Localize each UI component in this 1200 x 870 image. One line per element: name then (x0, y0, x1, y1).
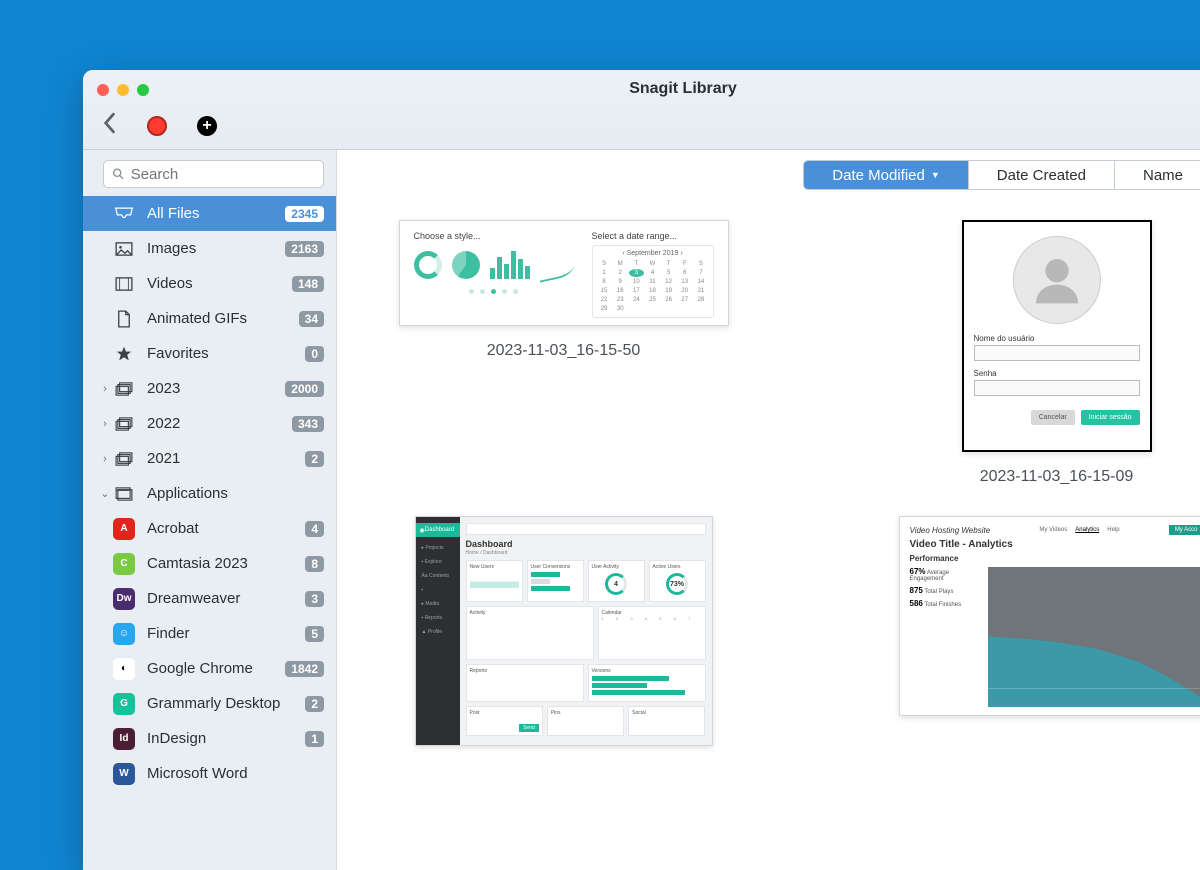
sort-direction-icon: ▼ (931, 170, 940, 180)
sidebar-item-app[interactable]: DwDreamweaver3 (83, 581, 336, 616)
sidebar-item-gifs[interactable]: Animated GIFs 34 (83, 301, 336, 336)
sidebar-item-2021[interactable]: › 2021 2 (83, 441, 336, 476)
search-icon (112, 167, 125, 181)
chevron-right-icon: › (97, 418, 113, 430)
video-icon (113, 275, 135, 293)
sort-name[interactable]: Name (1115, 161, 1200, 189)
stack-icon (113, 380, 135, 398)
thumbnail-preview: Choose a style... Select a date range... (399, 220, 729, 326)
window-title: Snagit Library (83, 80, 1200, 98)
avatar-icon (1013, 236, 1101, 324)
inbox-icon (113, 205, 135, 223)
app-icon: G (113, 693, 135, 715)
thumbnail-preview: Nome do usuário Senha Cancelar Iniciar s… (962, 220, 1152, 452)
capture-item[interactable]: Nome do usuário Senha Cancelar Iniciar s… (962, 220, 1152, 486)
capture-item[interactable]: Choose a style... Select a date range... (399, 220, 729, 486)
sidebar-item-applications[interactable]: ⌄ Applications (83, 476, 336, 511)
record-button[interactable] (147, 116, 167, 136)
titlebar: Snagit Library + (83, 70, 1200, 150)
back-button[interactable] (101, 112, 117, 139)
sidebar-item-2023[interactable]: › 2023 2000 (83, 371, 336, 406)
donut-icon (414, 251, 442, 279)
sidebar: All Files 2345 Images 2163 Videos 148 An… (83, 150, 337, 870)
thumbnail-caption: 2023-11-03_16-15-50 (487, 342, 641, 360)
app-icon: A (113, 518, 135, 540)
app-icon: ◐ (113, 658, 135, 680)
window-icon (113, 485, 135, 503)
file-icon (113, 310, 135, 328)
bars-icon (490, 251, 530, 279)
search-field[interactable] (131, 166, 315, 183)
add-button[interactable]: + (197, 116, 217, 136)
capture-item[interactable]: Video Hosting Website My Videos Analytic… (899, 516, 1200, 762)
sidebar-item-2022[interactable]: › 2022 343 (83, 406, 336, 441)
sidebar-item-app[interactable]: IdInDesign1 (83, 721, 336, 756)
chevron-right-icon: › (97, 383, 113, 395)
app-icon: W (113, 763, 135, 785)
thumbnail-preview: Video Hosting Website My Videos Analytic… (899, 516, 1200, 716)
sidebar-item-app[interactable]: ☺Finder5 (83, 616, 336, 651)
stack-icon (113, 450, 135, 468)
capture-item[interactable]: ◉ Dashboard ▸ Projects ▪ Explore Aa Cont… (415, 516, 713, 762)
sidebar-item-app[interactable]: AAcrobat4 (83, 511, 336, 546)
stack-icon (113, 415, 135, 433)
thumbnail-grid: Choose a style... Select a date range... (337, 220, 1200, 870)
sort-segmented-control: Date Modified▼ Date Created Name (803, 160, 1200, 190)
snagit-library-window: Snagit Library + All Files 2345 (83, 70, 1200, 870)
app-icon: Id (113, 728, 135, 750)
thumbnail-caption: 2023-11-03_16-15-09 (980, 468, 1134, 486)
image-icon (113, 240, 135, 258)
thumbnail-preview: ◉ Dashboard ▸ Projects ▪ Explore Aa Cont… (415, 516, 713, 746)
app-icon: Dw (113, 588, 135, 610)
sidebar-item-all-files[interactable]: All Files 2345 (83, 196, 336, 231)
sidebar-item-app[interactable]: CCamtasia 20238 (83, 546, 336, 581)
app-icon: C (113, 553, 135, 575)
chevron-down-icon: ⌄ (97, 487, 113, 500)
sidebar-item-videos[interactable]: Videos 148 (83, 266, 336, 301)
sidebar-item-app[interactable]: WMicrosoft Word (83, 756, 336, 791)
sidebar-item-app[interactable]: ◐Google Chrome1842 (83, 651, 336, 686)
pie-icon (452, 251, 480, 279)
sidebar-item-images[interactable]: Images 2163 (83, 231, 336, 266)
sidebar-item-app[interactable]: GGrammarly Desktop2 (83, 686, 336, 721)
star-icon (113, 345, 135, 363)
toolbar: + (101, 112, 217, 139)
search-input[interactable] (103, 160, 324, 188)
content-area: All Files 2345 Images 2163 Videos 148 An… (83, 150, 1200, 870)
app-icon: ☺ (113, 623, 135, 645)
chevron-right-icon: › (97, 453, 113, 465)
sort-date-modified[interactable]: Date Modified▼ (804, 161, 968, 189)
sidebar-item-favorites[interactable]: Favorites 0 (83, 336, 336, 371)
area-chart (988, 567, 1200, 707)
sort-date-created[interactable]: Date Created (969, 161, 1115, 189)
main-panel: Date Modified▼ Date Created Name Choose … (337, 150, 1200, 870)
line-icon (540, 255, 574, 282)
